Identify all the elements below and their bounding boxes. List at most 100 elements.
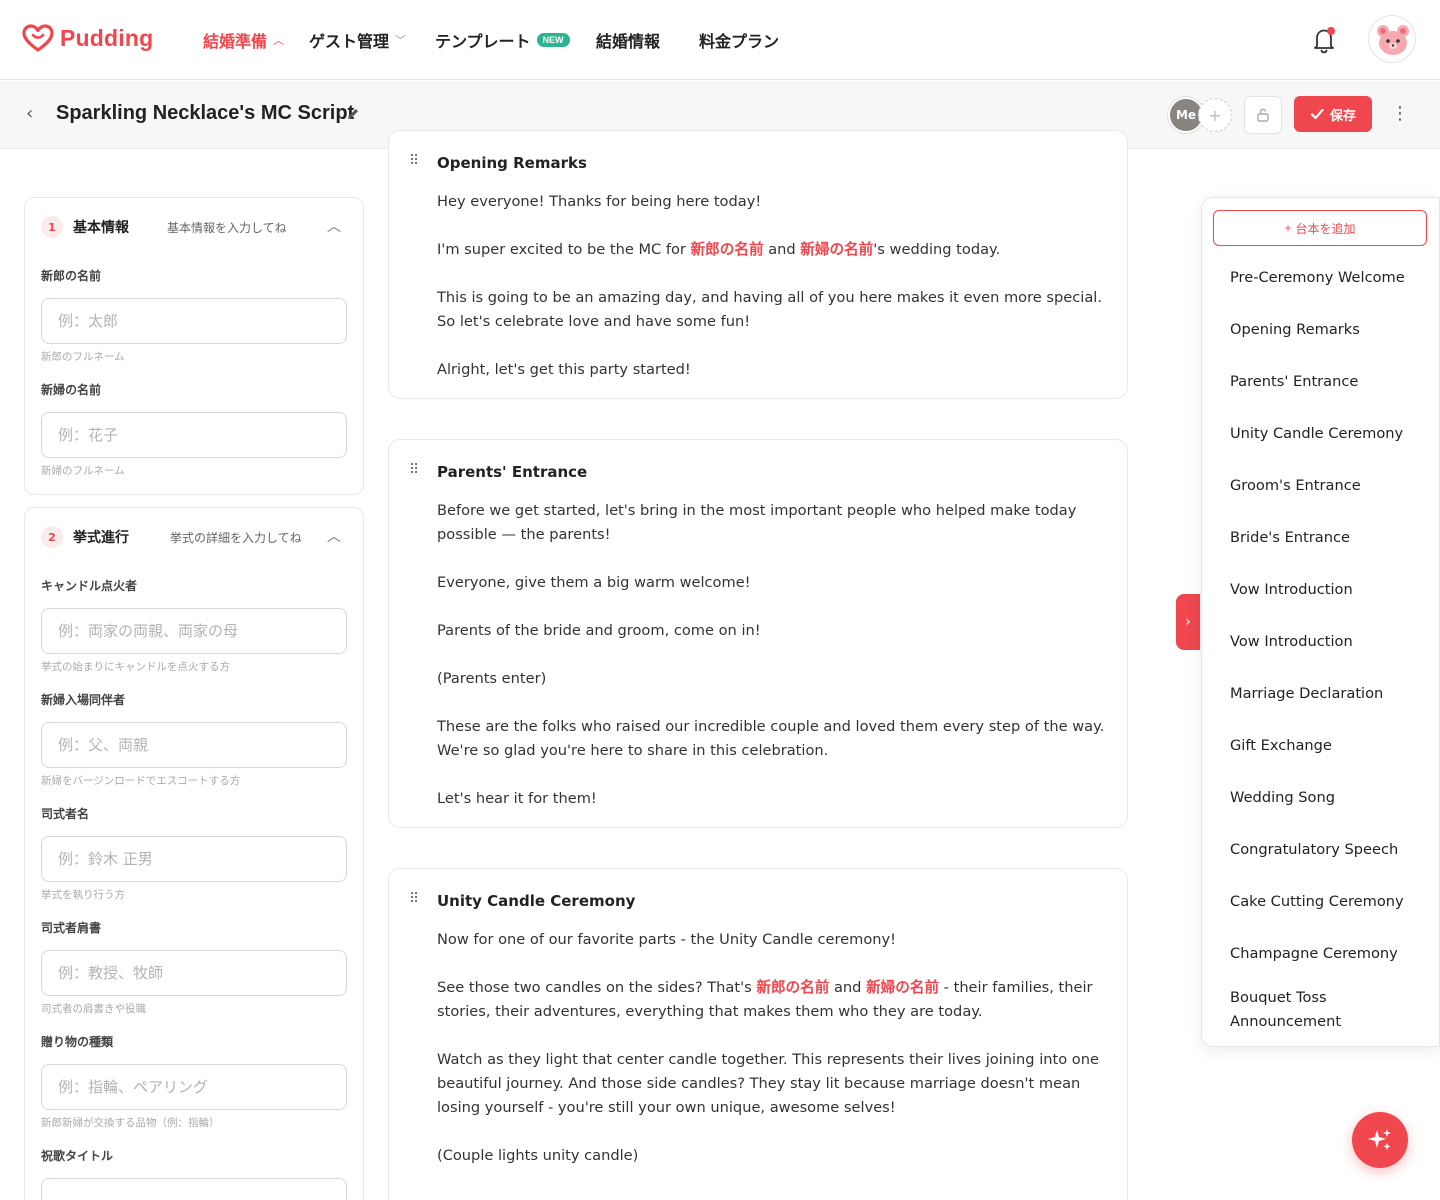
officiant-name-input[interactable]: 例：鈴木 正男: [41, 836, 347, 882]
chevron-up-icon[interactable]: ︿: [327, 216, 341, 236]
user-avatar[interactable]: [1368, 15, 1416, 63]
section-title: Opening Remarks: [437, 154, 587, 172]
heart-logo-icon: [22, 24, 54, 52]
plus-icon: +: [1284, 221, 1292, 235]
add-collaborator-button[interactable]: +: [1198, 98, 1232, 132]
nav-label: 結婚準備: [203, 32, 268, 51]
groom-name-variable: 新郎の名前: [690, 241, 764, 258]
script-line: Now for one of our favorite parts - the …: [437, 931, 896, 948]
field-help: 新郎新婦が交換する品物（例：指輪）: [41, 1117, 220, 1129]
brand-logo[interactable]: Pudding: [22, 24, 153, 52]
outline-item[interactable]: Cake Cutting Ceremony: [1230, 890, 1420, 914]
outline-item[interactable]: Bride's Entrance: [1230, 526, 1420, 550]
officiant-title-input[interactable]: 例：教授、牧師: [41, 950, 347, 996]
script-line: Before we get started, let's bring in th…: [437, 502, 1077, 543]
field-help: 挙式を執り行う方: [41, 889, 125, 901]
script-line: Let's hear it for them!: [437, 790, 597, 807]
script-line: Parents of the bride and groom, come on …: [437, 622, 761, 639]
card-subtitle: 挙式の詳細を入力してね: [170, 531, 302, 545]
script-line: Watch as they light that center candle t…: [437, 1051, 1099, 1116]
outline-item[interactable]: Vow Introduction: [1230, 630, 1420, 654]
form-card-ceremony: 2 挙式進行 挙式の詳細を入力してね ︿ キャンドル点火者 例：両家の両親、両家…: [24, 507, 364, 1200]
new-badge: NEW: [536, 33, 570, 47]
collaborator-label: Me: [1175, 108, 1197, 122]
bride-name-input[interactable]: 例：花子: [41, 412, 347, 458]
bell-icon[interactable]: [1308, 24, 1340, 56]
pencil-icon[interactable]: [345, 106, 361, 122]
outline-item[interactable]: Groom's Entrance: [1230, 474, 1420, 498]
outline-item[interactable]: Marriage Declaration: [1230, 682, 1420, 706]
script-line: See those two candles on the sides? That…: [437, 979, 1093, 1020]
field-label-officiant-title: 司式者肩書: [41, 921, 102, 935]
outline-item[interactable]: Congratulatory Speech: [1230, 838, 1420, 862]
section-title: Unity Candle Ceremony: [437, 892, 636, 910]
card-title: 挙式進行: [73, 530, 129, 546]
bride-name-variable: 新婦の名前: [800, 241, 874, 258]
field-label-song-title: 祝歌タイトル: [41, 1149, 114, 1163]
outline-item[interactable]: Parents' Entrance: [1230, 370, 1420, 394]
outline-item[interactable]: Champagne Ceremony: [1230, 942, 1420, 966]
outline-item[interactable]: Opening Remarks: [1230, 318, 1420, 342]
outline-item[interactable]: Pre-Ceremony Welcome: [1230, 266, 1420, 290]
nav-label: 結婚情報: [596, 32, 661, 51]
gift-type-input[interactable]: 例：指輪、ペアリング: [41, 1064, 347, 1110]
card-header[interactable]: 2 挙式進行 挙式の詳細を入力してね ︿: [25, 508, 363, 564]
outline-item[interactable]: Gift Exchange: [1230, 734, 1420, 758]
groom-name-variable: 新郎の名前: [756, 979, 830, 996]
nav-wedding-info[interactable]: 結婚情報: [596, 28, 660, 52]
ai-assistant-button[interactable]: [1352, 1112, 1408, 1168]
unlock-icon: [1257, 108, 1269, 122]
chevron-left-icon[interactable]: ‹: [26, 103, 33, 124]
card-subtitle: 基本情報を入力してね: [167, 221, 287, 235]
form-card-basic-info: 1 基本情報 基本情報を入力してね ︿ 新郎の名前 例：太郎 新郎のフルネーム …: [24, 197, 364, 495]
script-line: Alright, let's get this party started!: [437, 361, 691, 378]
candle-lighter-input[interactable]: 例：両家の両親、両家の母: [41, 608, 347, 654]
field-label-bride-escort: 新婦入場同伴者: [41, 693, 126, 707]
outline-toggle-button[interactable]: ›: [1176, 594, 1200, 650]
script-line: These are the folks who raised our incre…: [437, 718, 1105, 759]
page-title: Sparkling Necklace's MC Script: [56, 102, 355, 124]
section-body[interactable]: Before we get started, let's bring in th…: [437, 499, 1107, 835]
card-header[interactable]: 1 基本情報 基本情報を入力してね ︿: [25, 198, 363, 254]
outline-item[interactable]: Bouquet Toss Announcement: [1230, 986, 1420, 1034]
add-script-button[interactable]: + 台本を追加: [1213, 210, 1427, 246]
script-line: This is going to be an amazing day, and …: [437, 289, 1102, 330]
nav-label: テンプレート: [435, 32, 531, 51]
field-help: 新婦をバージンロードでエスコートする方: [41, 775, 241, 787]
script-line: I'm super excited to be the MC for 新郎の名前…: [437, 241, 1001, 258]
song-title-input[interactable]: [41, 1178, 347, 1200]
nav-pricing[interactable]: 料金プラン: [699, 28, 779, 52]
save-button[interactable]: 保存: [1294, 96, 1372, 132]
more-vertical-icon[interactable]: ⋮: [1390, 101, 1410, 127]
script-section-opening-remarks[interactable]: ⠿ Opening Remarks Hey everyone! Thanks f…: [388, 130, 1128, 399]
nav-templates[interactable]: テンプレート NEW: [435, 28, 570, 52]
groom-name-input[interactable]: 例：太郎: [41, 298, 347, 344]
bride-escort-input[interactable]: 例：父、両親: [41, 722, 347, 768]
field-label-groom-name: 新郎の名前: [41, 269, 102, 283]
drag-handle-icon[interactable]: ⠿: [409, 462, 419, 478]
card-title: 基本情報: [73, 220, 129, 236]
outline-item[interactable]: Unity Candle Ceremony: [1230, 422, 1420, 446]
chevron-up-icon[interactable]: ︿: [327, 526, 341, 546]
step-number: 1: [41, 216, 63, 238]
section-body[interactable]: Hey everyone! Thanks for being here toda…: [437, 190, 1107, 406]
section-title: Parents' Entrance: [437, 463, 588, 481]
bear-avatar-icon: [1377, 25, 1409, 55]
field-label-officiant-name: 司式者名: [41, 807, 90, 821]
nav-wedding-prep[interactable]: 結婚準備 ︿: [203, 28, 284, 52]
drag-handle-icon[interactable]: ⠿: [409, 891, 419, 907]
outline-item[interactable]: Vow Introduction: [1230, 578, 1420, 602]
script-section-parents-entrance[interactable]: ⠿ Parents' Entrance Before we get starte…: [388, 439, 1128, 828]
drag-handle-icon[interactable]: ⠿: [409, 153, 419, 169]
field-help: 新婦のフルネーム: [41, 465, 125, 477]
lock-button[interactable]: [1244, 96, 1282, 134]
nav-guest-management[interactable]: ゲスト管理 ﹀: [309, 28, 406, 52]
nav-label: 料金プラン: [699, 32, 780, 51]
chevron-down-icon: ﹀: [395, 34, 407, 47]
outline-item[interactable]: Wedding Song: [1230, 786, 1420, 810]
section-body[interactable]: Now for one of our favorite parts - the …: [437, 928, 1107, 1192]
script-section-unity-candle[interactable]: ⠿ Unity Candle Ceremony Now for one of o…: [388, 868, 1128, 1200]
script-line: (Parents enter): [437, 670, 547, 687]
ai-sparkle-icon: [1368, 1129, 1391, 1150]
chevron-right-icon: ›: [1185, 614, 1191, 630]
